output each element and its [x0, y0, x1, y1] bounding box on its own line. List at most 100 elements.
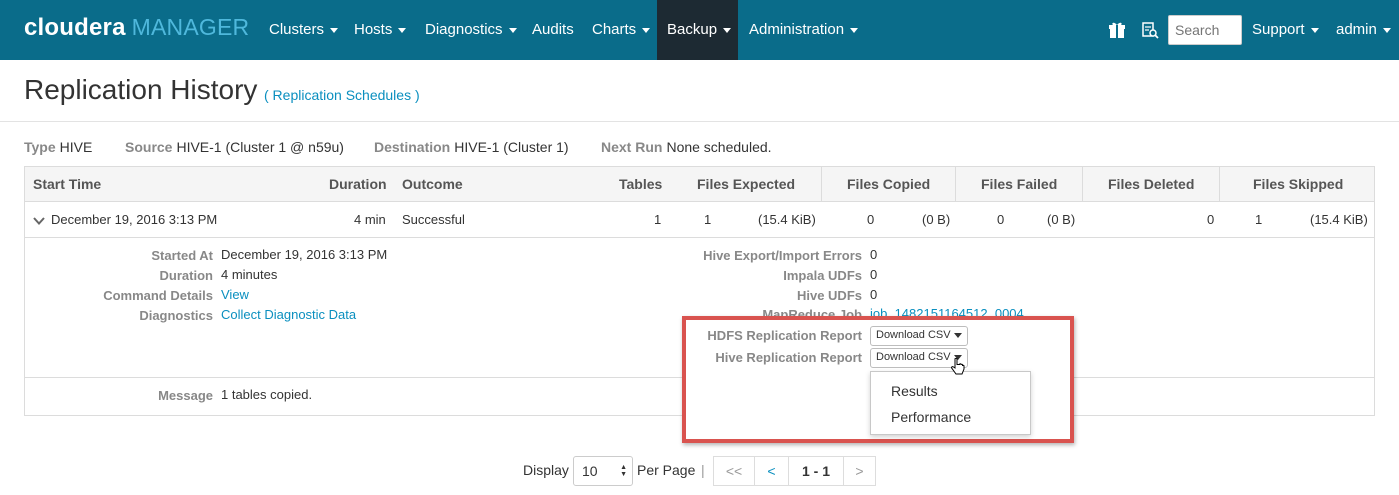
started-at-label: Started At: [151, 248, 213, 263]
row-divider: [25, 237, 1374, 238]
impala-udfs-value: 0: [870, 267, 878, 282]
page-size-select[interactable]: 10 ▲ ▼: [573, 456, 633, 486]
divider: [0, 121, 1399, 122]
row-files-expected: 1: [704, 212, 712, 227]
row-start-time: December 19, 2016 3:13 PM: [51, 212, 218, 227]
hdfs-download-csv-button[interactable]: Download CSV: [870, 326, 968, 346]
duration-label: Duration: [159, 268, 213, 283]
download-csv-menu: Results Performance: [870, 371, 1031, 435]
chevron-down-icon: [508, 27, 517, 33]
nav-backup-label: Backup: [667, 21, 718, 38]
hdfs-download-csv-label: Download CSV: [876, 329, 951, 341]
page-size-value: 10: [582, 463, 598, 479]
meta-destination-label: Destination: [374, 139, 451, 155]
started-at-value: December 19, 2016 3:13 PM: [221, 247, 388, 262]
meta-type-label: Type: [24, 139, 56, 155]
row-files-copied-size: (0 B): [922, 212, 951, 227]
col-files-failed[interactable]: Files Failed: [981, 176, 1057, 192]
row-tables: 1: [654, 212, 662, 227]
prev-page-button[interactable]: <: [754, 456, 789, 486]
collect-diagnostic-data-link[interactable]: Collect Diagnostic Data: [221, 307, 356, 322]
select-arrows-icon: ▲ ▼: [620, 464, 627, 478]
message-label: Message: [158, 388, 213, 403]
replication-schedules-link[interactable]: ( Replication Schedules ): [264, 87, 420, 103]
hdfs-replication-report-label: HDFS Replication Report: [707, 328, 862, 343]
nav-diagnostics[interactable]: Diagnostics: [425, 0, 517, 60]
meta-next-run-label: Next Run: [601, 139, 663, 155]
nav-charts[interactable]: Charts: [592, 0, 651, 60]
command-details-view-link[interactable]: View: [221, 287, 249, 302]
row-files-failed-size: (0 B): [1047, 212, 1076, 227]
chevron-down-icon: [642, 27, 651, 33]
table-header: Start Time Duration Outcome Tables Files…: [25, 167, 1374, 202]
col-files-copied[interactable]: Files Copied: [847, 176, 930, 192]
logo-brand: cloudera: [24, 14, 126, 41]
hive-export-import-errors-value: 0: [870, 247, 878, 262]
row-duration: 4 min: [354, 212, 386, 227]
column-divider: [1219, 167, 1220, 202]
col-files-skipped[interactable]: Files Skipped: [1253, 176, 1343, 192]
display-label: Display: [523, 462, 569, 478]
top-navbar: cloudera MANAGER Clusters Hosts Diagnosti…: [0, 0, 1399, 60]
duration-value: 4 minutes: [221, 267, 278, 282]
command-details-label: Command Details: [103, 288, 213, 303]
per-page-label: Per Page: [637, 462, 696, 478]
nav-clusters[interactable]: Clusters: [269, 0, 339, 60]
meta-destination: Destination HIVE-1 (Cluster 1): [374, 139, 569, 155]
meta-next-run: Next Run None scheduled.: [601, 139, 772, 155]
chevron-down-icon: [330, 27, 339, 33]
meta-type-value: HIVE: [59, 139, 93, 155]
page-title: Replication History: [24, 74, 258, 105]
search-input[interactable]: [1168, 15, 1242, 45]
search-list-icon[interactable]: [1140, 20, 1160, 40]
meta-destination-value: HIVE-1 (Cluster 1): [454, 139, 569, 155]
col-files-deleted[interactable]: Files Deleted: [1108, 176, 1194, 192]
message-value: 1 tables copied.: [221, 387, 313, 402]
column-divider: [1082, 167, 1083, 202]
logo-product: MANAGER: [131, 14, 250, 40]
hand-cursor-icon: [951, 358, 965, 375]
column-divider: [955, 167, 956, 202]
chevron-down-icon: [723, 27, 732, 33]
pager-separator: |: [701, 462, 705, 478]
nav-administration[interactable]: Administration: [749, 0, 859, 60]
menu-item-results[interactable]: Results: [891, 383, 938, 399]
nav-support[interactable]: Support: [1252, 0, 1319, 60]
cloudera-manager-logo[interactable]: cloudera MANAGER: [24, 14, 249, 42]
meta-source-value: HIVE-1 (Cluster 1 @ n59u): [176, 139, 344, 155]
chevron-down-icon: [1382, 27, 1391, 33]
nav-audits-label: Audits: [532, 21, 574, 38]
meta-next-run-value: None scheduled.: [666, 139, 772, 155]
gift-icon[interactable]: [1107, 20, 1127, 40]
chevron-down-icon[interactable]: [33, 215, 45, 227]
row-files-skipped-size: (15.4 KiB): [1310, 212, 1368, 227]
nav-audits[interactable]: Audits: [532, 0, 574, 60]
hive-replication-report-label: Hive Replication Report: [715, 350, 862, 365]
diagnostics-label: Diagnostics: [139, 308, 213, 323]
col-tables[interactable]: Tables: [619, 176, 662, 192]
nav-hosts[interactable]: Hosts: [354, 0, 407, 60]
first-page-button[interactable]: <<: [713, 456, 755, 486]
col-files-expected[interactable]: Files Expected: [697, 176, 795, 192]
impala-udfs-label: Impala UDFs: [783, 268, 862, 283]
nav-hosts-label: Hosts: [354, 21, 393, 38]
nav-user-admin[interactable]: admin: [1336, 0, 1391, 60]
hive-export-import-errors-label: Hive Export/Import Errors: [703, 248, 862, 263]
hive-udfs-label: Hive UDFs: [796, 288, 862, 303]
col-outcome[interactable]: Outcome: [402, 176, 463, 192]
nav-charts-label: Charts: [592, 21, 637, 38]
nav-backup[interactable]: Backup: [657, 0, 738, 60]
meta-source-label: Source: [125, 139, 173, 155]
column-divider: [821, 167, 822, 202]
row-files-deleted: 0: [1207, 212, 1215, 227]
row-files-copied: 0: [867, 212, 875, 227]
col-start-time[interactable]: Start Time: [33, 176, 101, 192]
menu-item-performance[interactable]: Performance: [891, 409, 971, 425]
row-files-expected-size: (15.4 KiB): [758, 212, 816, 227]
chevron-down-icon: [1310, 27, 1319, 33]
next-page-button[interactable]: >: [843, 456, 876, 486]
meta-source: Source HIVE-1 (Cluster 1 @ n59u): [125, 139, 344, 155]
col-duration[interactable]: Duration: [329, 176, 387, 192]
nav-clusters-label: Clusters: [269, 21, 325, 38]
hive-download-csv-label: Download CSV: [876, 351, 951, 363]
